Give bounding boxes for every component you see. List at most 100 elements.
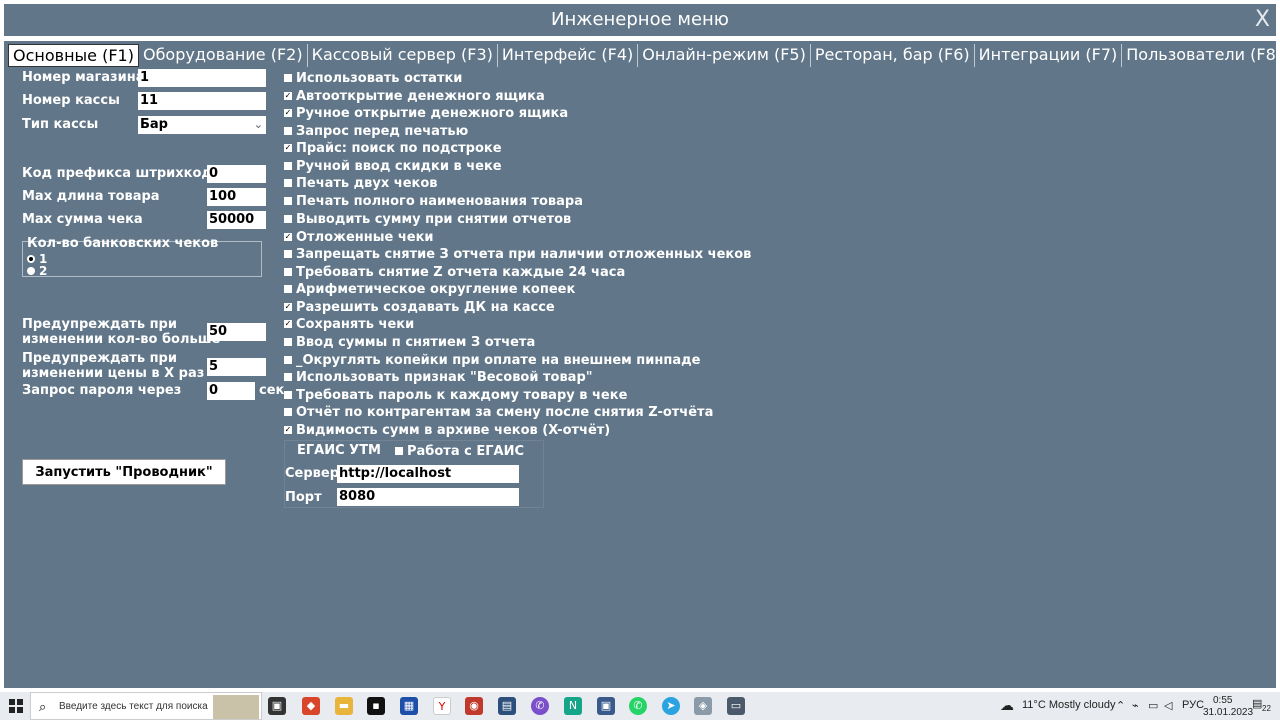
tab-restaurant-bar[interactable]: Ресторан, бар (F6) — [811, 44, 975, 67]
store-number-field[interactable]: 1 — [138, 69, 266, 87]
egais-server-field[interactable]: http://localhost — [337, 465, 519, 483]
network-icon[interactable]: ⌁ — [1132, 699, 1139, 712]
checkbox-checked-icon: ✓ — [284, 319, 292, 328]
title-divider — [4, 36, 1276, 41]
option-checkbox[interactable]: Выводить сумму при снятии отчетов — [284, 211, 571, 227]
volume-icon[interactable]: ◁ — [1164, 699, 1172, 712]
max-check-sum-field[interactable]: 50000 — [207, 211, 266, 229]
viber-icon[interactable]: ✆ — [531, 697, 549, 715]
telegram-icon[interactable]: ➤ — [662, 697, 680, 715]
option-checkbox[interactable]: Печать полного наименования товара — [284, 193, 583, 209]
egais-utm-group: ЕГАИС УТМ Работа с ЕГАИС Сервер http://l… — [284, 440, 544, 508]
whatsapp-icon[interactable]: ✆ — [629, 697, 647, 715]
option-checkbox[interactable]: ✓ Сохранять чеки — [284, 316, 414, 332]
option-checkbox[interactable]: Требовать снятие Z отчета каждые 24 часа — [284, 264, 625, 280]
option-checkbox[interactable]: ✓ Разрешить создавать ДК на кассе — [284, 299, 555, 315]
option-checkbox[interactable]: ✓ Отложенные чеки — [284, 229, 434, 245]
option-checkbox[interactable]: Отчёт по контрагентам за смену после сня… — [284, 404, 713, 420]
option-checkbox[interactable]: ✓ Ручное открытие денежного ящика — [284, 105, 568, 121]
pos-type-select[interactable]: Бар ⌄ — [138, 116, 266, 134]
bank-checks-option-2[interactable]: 2 — [27, 264, 47, 278]
pos-number-field[interactable]: 11 — [138, 92, 266, 110]
option-checkbox-label: Автооткрытие денежного ящика — [296, 88, 545, 104]
option-checkbox[interactable]: Требовать пароль к каждому товару в чеке — [284, 387, 627, 403]
password-interval-label: Запрос пароля через — [22, 383, 182, 398]
clock-date[interactable]: 31.01.2023 — [1203, 707, 1253, 718]
max-item-length-label: Max длина товара — [22, 189, 160, 204]
option-checkbox-label: Сохранять чеки — [296, 316, 415, 332]
option-checkbox-label: Прайс: поиск по подстроке — [296, 140, 502, 156]
max-item-length-field[interactable]: 100 — [207, 188, 266, 206]
tab-online-mode[interactable]: Онлайн-режим (F5) — [638, 44, 811, 67]
taskbar-search[interactable]: ⌕ Введите здесь текст для поиска — [30, 692, 262, 720]
option-checkbox[interactable]: Запрещать снятие З отчета при наличии от… — [284, 246, 751, 262]
option-checkbox[interactable]: ✓ Автооткрытие денежного ящика — [284, 88, 545, 104]
notifications-count: 22 — [1262, 704, 1271, 713]
tab-main[interactable]: Основные (F1) — [8, 44, 139, 67]
option-checkbox-label: Ручной ввод скидки в чеке — [296, 158, 502, 174]
floppy-icon[interactable]: ▤ — [498, 697, 516, 715]
checkbox-icon — [284, 285, 292, 293]
option-checkbox-label: Видимость сумм в архиве чеков (X-отчёт) — [296, 422, 611, 438]
warn-qty-label-line2: изменении кол-во больше — [22, 332, 221, 347]
warn-price-label-line2: изменении цены в X раз — [22, 366, 205, 381]
clock-time[interactable]: 0:55 — [1213, 695, 1232, 706]
egais-enable-checkbox[interactable]: Работа с ЕГАИС — [395, 443, 524, 459]
checkbox-icon — [284, 197, 292, 205]
option-checkbox-label: _Округлять копейки при оплате на внешнем… — [296, 352, 701, 368]
barcode-prefix-field[interactable]: 0 — [207, 165, 266, 183]
option-checkbox[interactable]: Ввод суммы п снятием З отчета — [284, 334, 535, 350]
option-checkbox[interactable]: Арифметическое округление копеек — [284, 281, 575, 297]
checkbox-icon — [284, 268, 292, 276]
option-checkbox[interactable]: ✓ Видимость сумм в архиве чеков (X-отчёт) — [284, 422, 610, 438]
option-checkbox-label: Запрещать снятие З отчета при наличии от… — [296, 246, 752, 262]
warn-qty-field[interactable]: 50 — [207, 323, 266, 341]
notifications-icon[interactable]: ▤ — [1252, 697, 1262, 710]
tab-interface[interactable]: Интерфейс (F4) — [498, 44, 639, 67]
egais-port-field[interactable]: 8080 — [337, 488, 519, 506]
barcode-prefix-label: Код префикса штрихкода — [22, 166, 221, 181]
radio-selected-icon — [27, 255, 35, 263]
option-checkbox-label: Арифметическое округление копеек — [296, 281, 576, 297]
checkbox-icon — [284, 338, 292, 346]
launch-explorer-button[interactable]: Запустить "Проводник" — [22, 459, 226, 485]
windows-start-icon[interactable] — [9, 699, 23, 713]
warn-price-field[interactable]: 5 — [207, 358, 266, 376]
app-icon-red[interactable]: ◆ — [302, 697, 320, 715]
checkbox-checked-icon: ✓ — [284, 425, 292, 434]
window-title: Инженерное меню — [551, 9, 729, 30]
app-icon-spiral[interactable]: ◉ — [465, 697, 483, 715]
language-indicator[interactable]: РУС — [1182, 699, 1204, 711]
file-explorer-icon[interactable]: ▬ — [335, 697, 353, 715]
option-checkbox[interactable]: Запрос перед печатью — [284, 123, 468, 139]
bank-checks-option-2-label: 2 — [39, 264, 48, 278]
egais-title: ЕГАИС УТМ — [297, 443, 381, 458]
remote-desktop-icon[interactable]: ▣ — [597, 697, 615, 715]
checkbox-icon — [284, 408, 292, 416]
bank-checks-group: Кол-во банковских чеков 1 2 — [22, 236, 262, 278]
password-interval-field[interactable]: 0 — [207, 382, 255, 400]
notepad-icon[interactable]: N — [564, 697, 582, 715]
weather-text[interactable]: 11°C Mostly cloudy — [1022, 699, 1115, 711]
terminal-icon[interactable]: ▪ — [367, 697, 385, 715]
tab-equipment[interactable]: Оборудование (F2) — [139, 44, 308, 67]
tab-cash-server[interactable]: Кассовый сервер (F3) — [308, 44, 498, 67]
close-button[interactable]: X — [1255, 7, 1270, 32]
chevron-up-icon[interactable]: ⌃ — [1116, 699, 1125, 712]
app-icon-window[interactable]: ▭ — [727, 697, 745, 715]
option-checkbox[interactable]: Ручной ввод скидки в чеке — [284, 158, 502, 174]
tab-users[interactable]: Пользователи (F8) — [1122, 44, 1280, 67]
chevron-down-icon: ⌄ — [253, 118, 263, 131]
option-checkbox[interactable]: _Округлять копейки при оплате на внешнем… — [284, 352, 700, 368]
option-checkbox[interactable]: ✓ Прайс: поиск по подстроке — [284, 140, 502, 156]
yandex-browser-icon[interactable]: Y — [433, 697, 451, 715]
task-view-icon[interactable]: ▣ — [268, 697, 286, 715]
option-checkbox[interactable]: Использовать остатки — [284, 70, 462, 86]
app-icon-blue[interactable]: ▦ — [400, 697, 418, 715]
option-checkbox[interactable]: Печать двух чеков — [284, 175, 438, 191]
battery-icon[interactable]: ▭ — [1148, 699, 1158, 712]
app-icon-active[interactable]: ◈ — [694, 697, 712, 715]
tab-integrations[interactable]: Интеграции (F7) — [975, 44, 1123, 67]
option-checkbox[interactable]: Использовать признак "Весовой товар" — [284, 369, 593, 385]
checkbox-checked-icon: ✓ — [284, 143, 292, 152]
